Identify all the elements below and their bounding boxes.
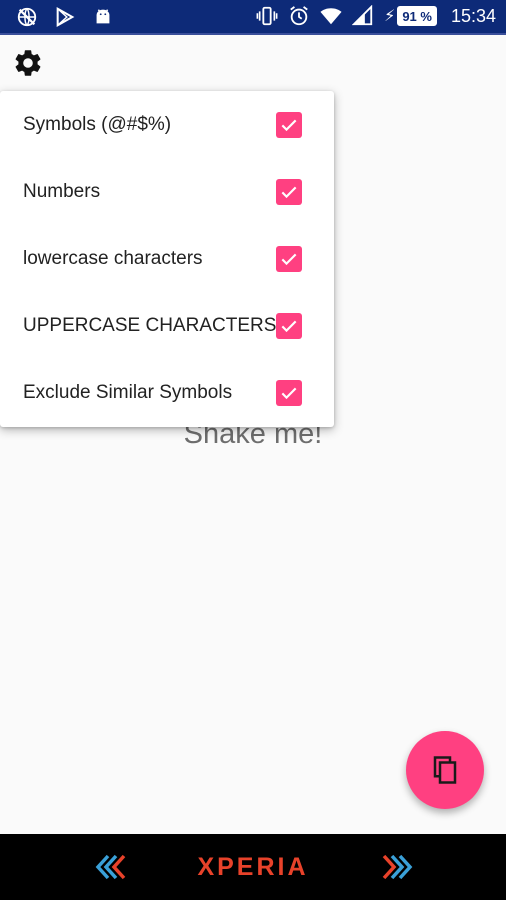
forward-chevrons-icon[interactable] bbox=[378, 852, 414, 882]
menu-item-label: Numbers bbox=[23, 180, 101, 202]
globe-off-icon bbox=[16, 6, 38, 28]
wifi-icon bbox=[320, 5, 342, 27]
copy-button[interactable] bbox=[406, 731, 484, 809]
alarm-icon bbox=[288, 5, 310, 27]
status-bar: ⚡ 91 % 15:34 bbox=[0, 0, 506, 35]
check-icon bbox=[281, 253, 297, 265]
play-store-icon bbox=[54, 6, 76, 28]
menu-item-label: Exclude Similar Symbols bbox=[23, 381, 233, 403]
status-clock: 15:34 bbox=[450, 5, 496, 26]
checkbox-numbers[interactable] bbox=[276, 178, 302, 205]
checkbox-symbols[interactable] bbox=[276, 111, 302, 138]
options-menu: Symbols (@#$%) Numbers lowercase charact… bbox=[0, 91, 334, 427]
menu-item-uppercase[interactable]: UPPERCASE CHARACTERS bbox=[0, 292, 334, 359]
navigation-bar: XPERIA bbox=[0, 834, 506, 900]
status-bar-right: ⚡ 91 % 15:34 bbox=[256, 5, 496, 27]
battery-level: 91 % bbox=[397, 6, 437, 26]
menu-item-symbols[interactable]: Symbols (@#$%) bbox=[0, 91, 334, 158]
menu-item-numbers[interactable]: Numbers bbox=[0, 158, 334, 225]
settings-button[interactable] bbox=[12, 47, 44, 79]
menu-item-label: UPPERCASE CHARACTERS bbox=[23, 314, 277, 336]
app-screen: ⚡ 91 % 15:34 Shake me! Symbols (@#$%) Nu… bbox=[0, 0, 506, 900]
android-icon bbox=[92, 6, 114, 28]
xperia-brand: XPERIA bbox=[197, 853, 309, 881]
menu-item-label: Symbols (@#$%) bbox=[23, 113, 172, 135]
battery-indicator: ⚡ 91 % bbox=[384, 6, 437, 26]
vibrate-icon bbox=[256, 5, 278, 27]
status-bar-left bbox=[16, 6, 114, 28]
gear-icon bbox=[15, 50, 41, 76]
menu-item-lowercase[interactable]: lowercase characters bbox=[0, 225, 334, 292]
copy-icon bbox=[433, 756, 457, 784]
menu-item-label: lowercase characters bbox=[23, 247, 203, 269]
checkbox-lowercase[interactable] bbox=[276, 245, 302, 272]
menu-item-exclude-similar[interactable]: Exclude Similar Symbols bbox=[0, 359, 334, 426]
check-icon bbox=[281, 186, 297, 198]
check-icon bbox=[281, 119, 297, 131]
checkbox-exclude-similar[interactable] bbox=[276, 379, 302, 406]
check-icon bbox=[281, 320, 297, 332]
charging-bolt-icon: ⚡ bbox=[384, 8, 396, 25]
check-icon bbox=[281, 387, 297, 399]
signal-icon bbox=[352, 5, 374, 27]
checkbox-uppercase[interactable] bbox=[276, 312, 302, 339]
